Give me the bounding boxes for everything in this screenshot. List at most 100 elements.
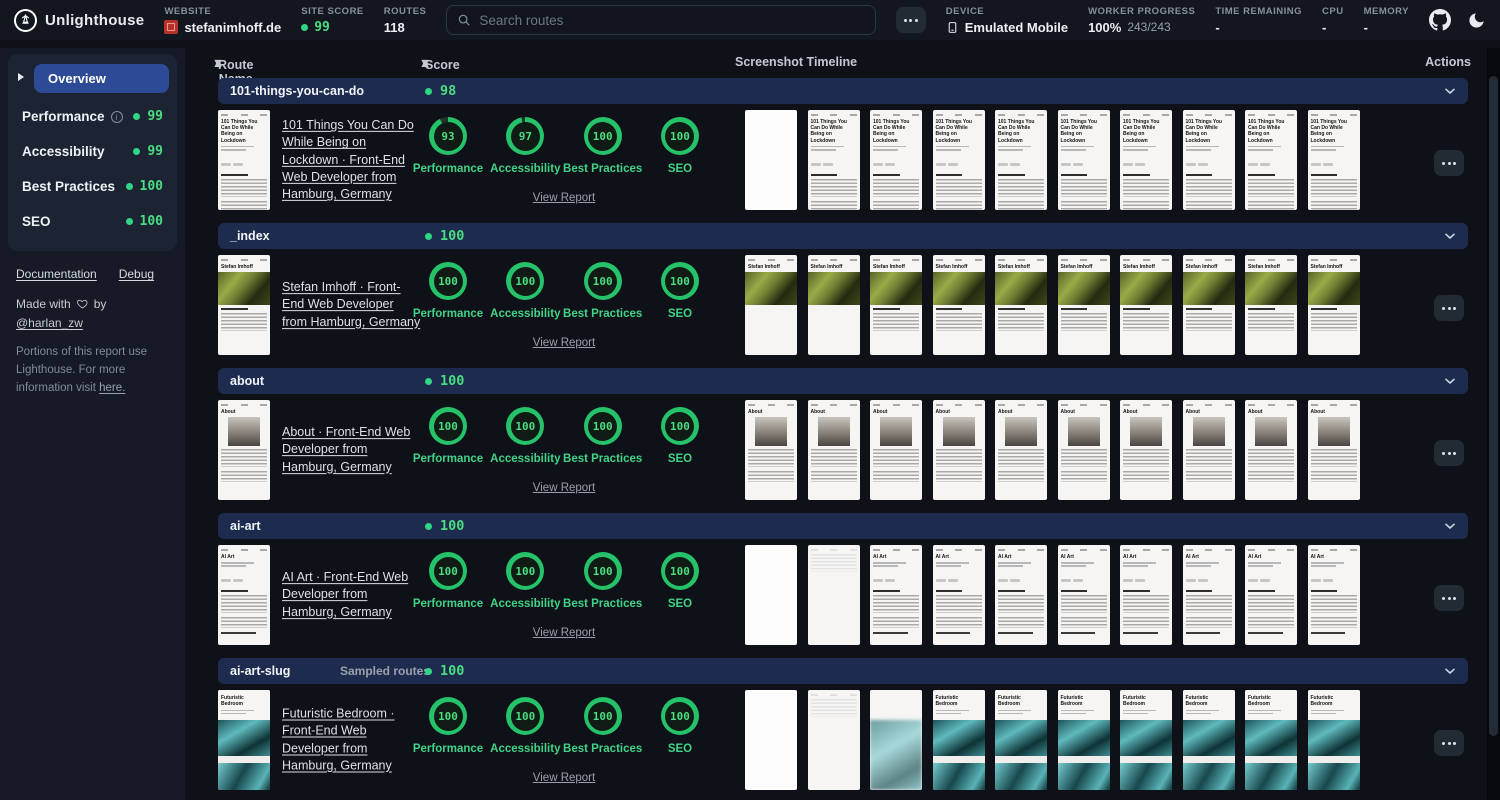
text-lines-placeholder bbox=[221, 313, 267, 332]
row-actions-button[interactable] bbox=[1434, 585, 1464, 611]
worker-progress-count: 243/243 bbox=[1127, 20, 1171, 34]
metric-label: SEO bbox=[667, 743, 693, 755]
route-group-row[interactable]: _index 100 bbox=[218, 223, 1468, 249]
route-block: ai-art 100 AI Art AI Art · Front-End Web De… bbox=[218, 513, 1468, 651]
screenshot-thumbnail: About bbox=[932, 400, 985, 500]
metric-seo: 100 SEO bbox=[642, 697, 718, 755]
text-lines-placeholder bbox=[221, 200, 267, 210]
sidebar-item-label: Performance bbox=[22, 109, 105, 124]
sidebar-item-best-practices[interactable]: Best Practices 100 bbox=[16, 169, 169, 204]
search-box[interactable] bbox=[446, 5, 876, 35]
screenshot-timeline: Futuristic Bedroom Futuristic Bedroom Futu… bbox=[745, 690, 1360, 790]
chevron-down-icon bbox=[1445, 668, 1455, 674]
text-lines-placeholder bbox=[935, 595, 982, 614]
score-dot bbox=[425, 87, 432, 95]
metric-label: Accessibility bbox=[490, 598, 561, 610]
search-input[interactable] bbox=[479, 12, 865, 28]
text-lines-placeholder bbox=[1248, 313, 1294, 332]
screenshot-thumbnail: 101 Things You Can Do While Being on Loc… bbox=[1307, 110, 1360, 210]
text-lines-placeholder bbox=[1123, 471, 1169, 483]
text-lines-placeholder bbox=[935, 449, 982, 468]
text-lines-placeholder bbox=[1185, 200, 1232, 210]
score-dot bbox=[133, 148, 141, 155]
route-block: 101-things-you-can-do 98 101 Things You Ca… bbox=[218, 78, 1468, 216]
author-link[interactable]: @harlan_zw bbox=[16, 316, 83, 330]
text-lines-placeholder bbox=[935, 471, 982, 483]
route-report-link[interactable]: About · Front-End Web Developer from Ham… bbox=[282, 424, 422, 476]
route-report-link[interactable]: Futuristic Bedroom · Front-End Web Devel… bbox=[282, 706, 422, 775]
debug-link[interactable]: Debug bbox=[119, 267, 154, 281]
sidebar-item-performance[interactable]: Performance i 99 bbox=[16, 99, 169, 134]
text-lines-placeholder bbox=[1310, 200, 1357, 210]
text-lines-placeholder bbox=[748, 471, 794, 483]
metric-score: 100 bbox=[592, 564, 613, 578]
metric-best-practices: 100 Best Practices bbox=[563, 407, 643, 465]
screenshot-thumbnail bbox=[745, 690, 797, 790]
header-more-button[interactable] bbox=[895, 7, 926, 33]
route-group-score: 100 bbox=[425, 228, 464, 244]
table-column-header: Route Name ▲▼ Score ▲▼ Screenshot Timeli… bbox=[212, 52, 1487, 86]
route-group-row[interactable]: ai-art 100 bbox=[218, 513, 1468, 539]
route-group-score: 98 bbox=[425, 83, 456, 99]
route-group-row[interactable]: ai-art-slug Sampled routes 100 bbox=[218, 658, 1468, 684]
screenshot-thumbnail: About bbox=[1245, 400, 1297, 500]
text-lines-placeholder bbox=[1248, 449, 1294, 468]
score-dot bbox=[133, 113, 141, 120]
row-actions-button[interactable] bbox=[1434, 295, 1464, 321]
metric-label: Best Practices bbox=[563, 743, 643, 755]
row-actions-button[interactable] bbox=[1434, 440, 1464, 466]
metric-accessibility: 97 Accessibility bbox=[487, 117, 563, 175]
route-report-link[interactable]: AI Art · Front-End Web Developer from Ha… bbox=[282, 569, 422, 621]
scrollbar-thumb[interactable] bbox=[1489, 76, 1498, 736]
score-ring: 100 bbox=[506, 407, 545, 445]
metric-label: Best Practices bbox=[563, 453, 643, 465]
sidebar-item-seo[interactable]: SEO 100 bbox=[16, 204, 169, 239]
screenshot-thumbnail: AI Art bbox=[1182, 545, 1235, 645]
heart-icon bbox=[76, 299, 88, 309]
metric-score: 100 bbox=[592, 709, 613, 723]
time-remaining-value: - bbox=[1215, 19, 1220, 35]
text-lines-placeholder bbox=[1060, 595, 1107, 614]
text-lines-placeholder bbox=[1185, 449, 1232, 468]
metric-score: 100 bbox=[515, 709, 536, 723]
screenshot-thumbnail: About bbox=[1182, 400, 1235, 500]
github-icon[interactable] bbox=[1429, 9, 1451, 31]
screenshot-thumbnail: Stefan Imhoff bbox=[870, 255, 922, 355]
dark-mode-moon-icon[interactable] bbox=[1467, 11, 1486, 30]
sampled-routes-badge: Sampled routes bbox=[340, 664, 431, 678]
row-actions-button[interactable] bbox=[1434, 150, 1464, 176]
text-lines-placeholder bbox=[221, 617, 267, 629]
route-group-row[interactable]: about 100 bbox=[218, 368, 1468, 394]
row-actions-button[interactable] bbox=[1434, 730, 1464, 756]
route-group-name: 101-things-you-can-do bbox=[230, 84, 365, 98]
vertical-scrollbar[interactable] bbox=[1487, 48, 1500, 800]
documentation-link[interactable]: Documentation bbox=[16, 267, 97, 281]
route-report-link[interactable]: 101 Things You Can Do While Being on Loc… bbox=[282, 117, 422, 203]
disclaimer-here-link[interactable]: here. bbox=[99, 382, 125, 394]
metric-score: 100 bbox=[592, 129, 613, 143]
screenshot-thumbnail bbox=[807, 545, 860, 645]
screenshot-thumbnail: 101 Things You Can Do While Being on Loc… bbox=[870, 110, 922, 210]
chevron-down-icon bbox=[1445, 523, 1455, 529]
route-group-name: ai-art-slug bbox=[230, 664, 291, 678]
route-group-row[interactable]: 101-things-you-can-do 98 bbox=[218, 78, 1468, 104]
view-report-link[interactable]: View Report bbox=[410, 482, 718, 494]
view-report-link[interactable]: View Report bbox=[410, 192, 718, 204]
score-ring: 100 bbox=[660, 407, 699, 445]
metric-score: 100 bbox=[515, 419, 536, 433]
view-report-link[interactable]: View Report bbox=[410, 627, 718, 639]
view-report-link[interactable]: View Report bbox=[410, 337, 718, 349]
view-report-link[interactable]: View Report bbox=[410, 772, 718, 784]
route-report-link[interactable]: Stefan Imhoff · Front-End Web Developer … bbox=[282, 279, 422, 331]
sidebar-item-accessibility[interactable]: Accessibility 99 bbox=[16, 134, 169, 169]
metric-performance: 100 Performance bbox=[410, 407, 486, 465]
score-ring: 100 bbox=[583, 117, 622, 155]
lighthouse-disclaimer: Portions of this report use Lighthouse. … bbox=[8, 334, 177, 407]
screenshot-thumbnail: Futuristic Bedroom bbox=[995, 690, 1047, 790]
sidebar-item-overview[interactable]: Overview bbox=[34, 64, 169, 93]
site-score-label: SITE SCORE bbox=[301, 5, 364, 17]
screenshot-thumbnail: About bbox=[995, 400, 1047, 500]
website-value: stefanimhoff.de bbox=[184, 19, 282, 35]
metric-label: SEO bbox=[667, 308, 693, 320]
text-lines-placeholder bbox=[1123, 449, 1169, 468]
